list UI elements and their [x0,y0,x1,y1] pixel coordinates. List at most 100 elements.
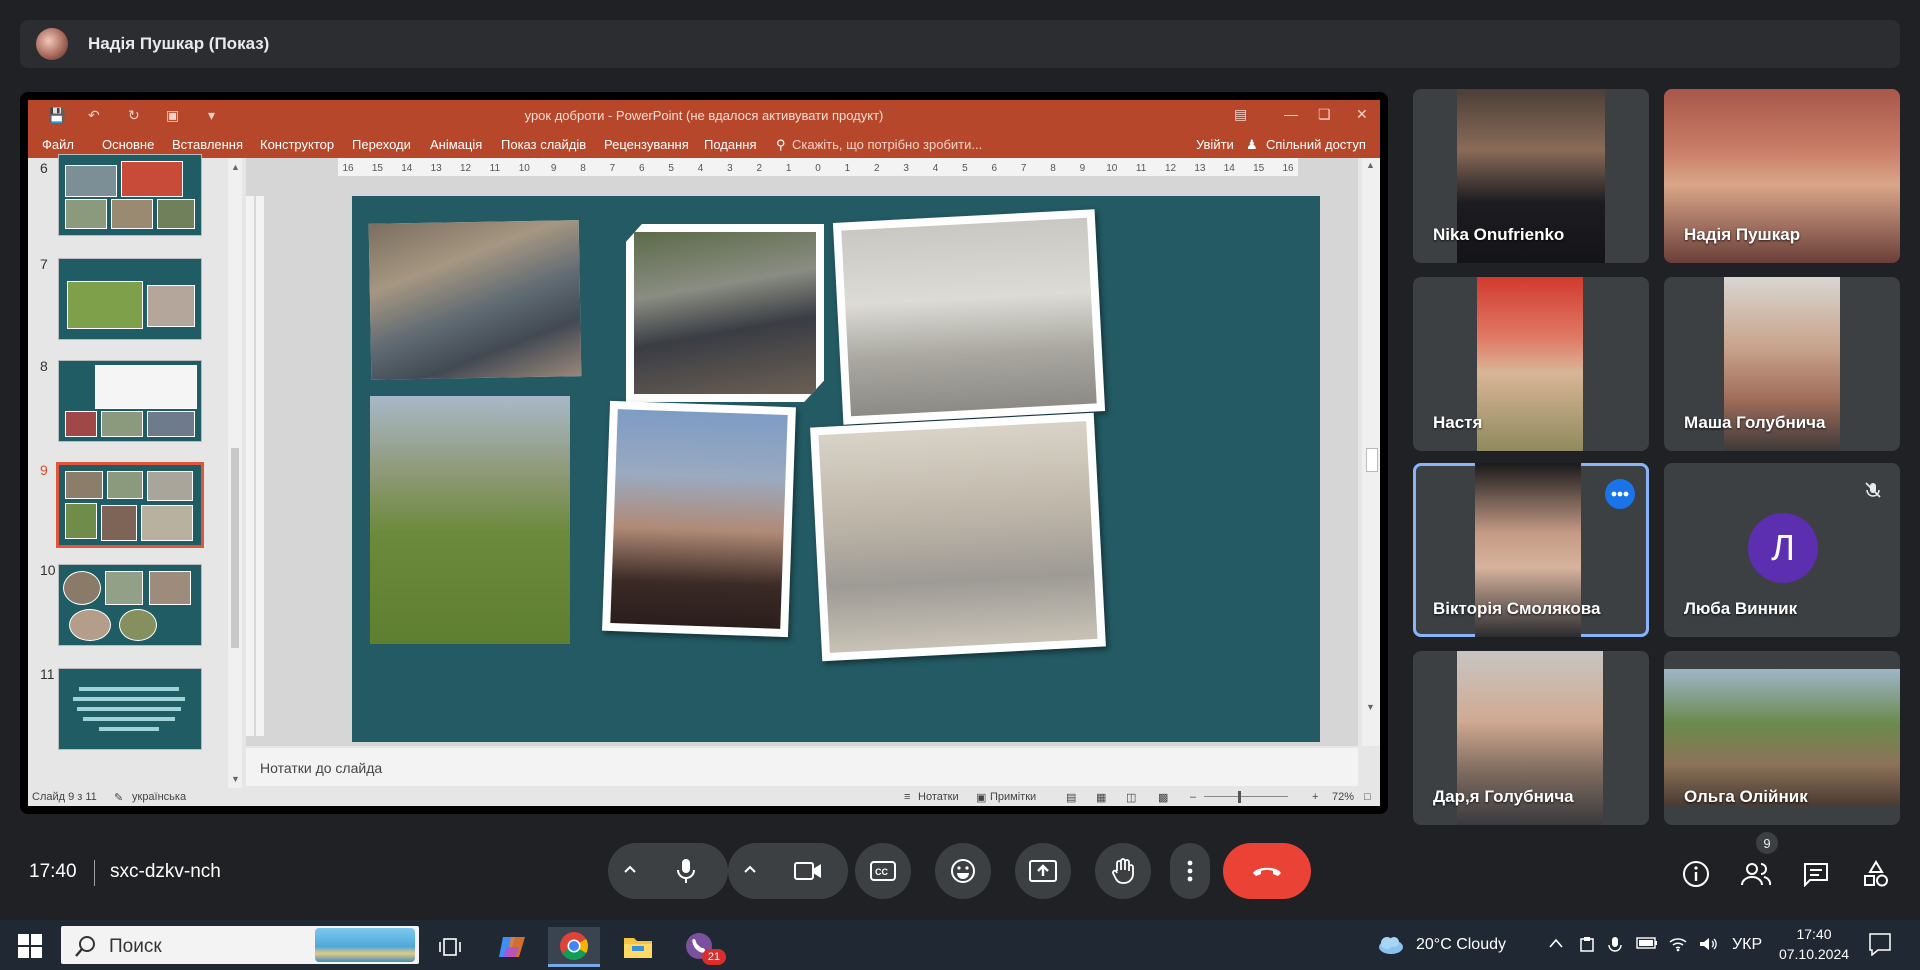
slide-vertical-scrollbar[interactable]: ▲ ▼ [1362,158,1380,746]
people-button[interactable]: 9 [1738,832,1778,892]
weather-text[interactable]: 20°C Cloudy [1416,936,1506,954]
input-language[interactable]: УКР [1732,936,1762,954]
participant-tile[interactable]: Маша Голубнича [1664,277,1900,451]
battery-icon[interactable] [1636,936,1658,955]
tab-review[interactable]: Рецензування [604,137,689,152]
comments-toggle[interactable]: Примітки [990,791,1036,803]
share-button[interactable]: Спільний доступ [1266,137,1366,152]
participant-tile[interactable]: Настя [1413,277,1649,451]
powerpoint-window: 💾 ↶ ↻ ▣ ▾ урок доброти - PowerPoint (не … [28,100,1380,806]
participant-name: Настя [1433,413,1483,432]
hand-icon [1111,858,1135,884]
ribbon-display-icon[interactable]: ▤ [1234,106,1247,123]
thumbnails-scrollbar[interactable]: ▲ ▼ [228,158,242,788]
close-icon[interactable]: ✕ [1356,106,1368,123]
meet-now-icon[interactable] [1578,936,1596,959]
fit-to-window-icon[interactable]: □ [1364,791,1371,803]
tell-me-box[interactable]: Скажіть, що потрібно зробити... [792,137,982,152]
proofing-icon[interactable]: ✎ [114,791,123,804]
reading-view-icon[interactable]: ◫ [1126,791,1136,804]
slide-thumbnail-9-selected[interactable] [56,462,204,548]
video-options-chevron-icon[interactable] [742,861,758,877]
tab-file[interactable]: Файл [42,137,74,152]
copilot-icon[interactable] [486,927,538,967]
weather-cloud-icon[interactable] [1376,934,1404,961]
tab-slideshow[interactable]: Показ слайдів [501,137,586,152]
notifications-icon[interactable] [1868,932,1892,961]
participant-avatar: Л [1748,513,1818,583]
notes-toggle[interactable]: Нотатки [918,791,959,803]
zoom-slider[interactable] [1204,796,1288,797]
ruler-tick-label: 10 [519,163,531,174]
participant-tile[interactable]: Nika Onufrienko [1413,89,1649,263]
mic-control-group [608,843,728,899]
camera-control-group [728,843,848,899]
file-explorer-icon[interactable] [612,927,664,967]
tab-view[interactable]: Подання [704,137,757,152]
participant-tile-active[interactable]: Вікторія Смолякова [1413,463,1649,637]
slideshow-view-icon[interactable]: ▩ [1158,791,1168,804]
normal-view-icon[interactable]: ▤ [1066,791,1076,804]
slide-thumbnail-8[interactable] [58,360,202,442]
meeting-clock: 17:40 [29,861,77,882]
tab-transitions[interactable]: Переходи [352,137,411,152]
reactions-button[interactable] [935,843,991,899]
chrome-taskbar-icon[interactable] [548,927,600,967]
leave-call-button[interactable] [1223,843,1311,899]
ppt-status-bar: Слайд 9 з 11 ✎ українська ≡ Нотатки ▣ Пр… [28,788,1380,806]
viber-icon[interactable]: 21 [674,927,726,967]
more-vert-icon [1187,860,1193,882]
ruler-tick-label: 3 [727,163,733,174]
chat-button[interactable] [1798,856,1834,892]
show-hidden-icons-chevron[interactable] [1548,936,1564,954]
taskbar-time[interactable]: 17:40 [1782,926,1846,942]
meeting-info-button[interactable] [1678,856,1714,892]
captions-button[interactable]: CC [855,843,911,899]
activities-button[interactable] [1858,856,1894,892]
minimize-icon[interactable]: — [1284,106,1298,122]
tab-insert[interactable]: Вставлення [172,137,243,152]
slide-thumbnail-6[interactable] [58,154,202,236]
audio-options-chevron-icon[interactable] [622,861,638,877]
ruler-tick-label: 3 [903,163,909,174]
current-slide[interactable] [352,196,1320,742]
ruler-tick-label: 0 [815,163,821,174]
wifi-icon[interactable] [1668,936,1688,957]
notes-pane[interactable]: Нотатки до слайда [246,748,1358,786]
slide-sorter-icon[interactable]: ▦ [1096,791,1106,804]
task-view-icon[interactable] [424,927,476,967]
more-options-icon[interactable] [1605,479,1635,509]
thumb-number: 8 [40,358,48,374]
present-screen-button[interactable] [1015,843,1071,899]
tab-design[interactable]: Конструктор [260,137,334,152]
ppt-ribbon-tabs: Файл Основне Вставлення Конструктор Пере… [28,130,1380,158]
zoom-out-icon[interactable]: – [1190,791,1196,803]
viber-unread-badge: 21 [702,949,726,965]
taskbar-search-box[interactable]: Поиск [61,926,419,964]
more-options-button[interactable] [1170,843,1210,899]
restore-icon[interactable]: ❏ [1318,106,1331,123]
participant-tile[interactable]: Л Люба Винник [1664,463,1900,637]
tab-home[interactable]: Основне [102,137,154,152]
slide-thumbnail-10[interactable] [58,564,202,646]
sign-in-link[interactable]: Увійти [1196,137,1234,152]
volume-icon[interactable] [1698,936,1718,957]
language-status[interactable]: українська [132,791,186,803]
taskbar-date[interactable]: 07.10.2024 [1774,946,1854,962]
raise-hand-button[interactable] [1095,843,1151,899]
slide-thumbnail-11[interactable] [58,668,202,750]
microphone-icon[interactable] [676,858,696,884]
participant-tile[interactable]: Ольга Олійник [1664,651,1900,825]
camera-icon[interactable] [794,861,822,881]
slide-photo-dog-park [370,396,570,644]
zoom-level[interactable]: 72% [1332,791,1354,803]
participant-tile[interactable]: Надія Пушкар [1664,89,1900,263]
mic-in-use-icon[interactable] [1608,936,1622,959]
windows-start-icon[interactable] [18,934,42,963]
zoom-in-icon[interactable]: + [1312,791,1318,803]
participant-tile[interactable]: Дар,я Голубнича [1413,651,1649,825]
slide-thumbnail-7[interactable] [58,258,202,340]
zoom-slider-thumb[interactable] [1238,791,1241,803]
tab-animations[interactable]: Анімація [430,137,482,152]
ruler-tick-label: 7 [610,163,616,174]
